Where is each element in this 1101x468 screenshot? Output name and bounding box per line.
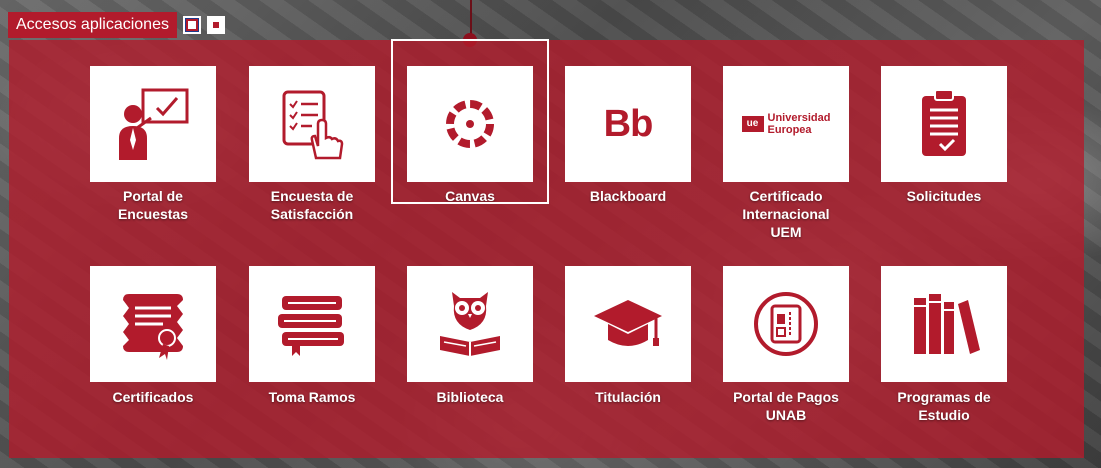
books-stack-icon bbox=[278, 296, 344, 356]
header: Accesos aplicaciones bbox=[8, 12, 225, 38]
app-label-canvas[interactable]: Canvas bbox=[395, 187, 545, 205]
app-tile-solicitudes[interactable] bbox=[881, 66, 1007, 182]
square-filled-icon[interactable] bbox=[206, 16, 225, 34]
app-label-biblioteca[interactable]: Biblioteca bbox=[395, 388, 545, 406]
survey-checklist-icon bbox=[282, 90, 344, 160]
blackboard-logo-icon: Bb bbox=[603, 102, 654, 145]
square-outline-icon[interactable] bbox=[182, 16, 201, 34]
app-label-programas-estudio[interactable]: Programas de Estudio bbox=[869, 388, 1019, 424]
app-label-certificados[interactable]: Certificados bbox=[78, 388, 228, 406]
label-line: Estudio bbox=[918, 407, 970, 423]
label-line: UEM bbox=[770, 224, 802, 240]
app-tile-portal-encuestas[interactable] bbox=[90, 66, 216, 182]
label-line: Portal de bbox=[123, 188, 183, 204]
canvas-logo-icon bbox=[446, 100, 494, 148]
app-label-blackboard[interactable]: Blackboard bbox=[553, 187, 703, 205]
section-title: Accesos aplicaciones bbox=[8, 12, 177, 38]
graduation-cap-icon bbox=[594, 300, 662, 346]
logo-line-2: Europea bbox=[767, 124, 812, 136]
app-tile-blackboard[interactable]: Bb bbox=[565, 66, 691, 182]
label-line: Certificado bbox=[749, 188, 823, 204]
label-line: Programas de bbox=[897, 389, 991, 405]
payment-card-icon bbox=[754, 292, 818, 356]
label-line: Blackboard bbox=[589, 188, 667, 204]
label-line: Toma Ramos bbox=[268, 389, 356, 405]
label-line: UNAB bbox=[765, 407, 807, 423]
label-line: Internacional bbox=[742, 206, 830, 222]
app-label-certificado-uem[interactable]: Certificado Internacional UEM bbox=[711, 187, 861, 241]
label-line: Canvas bbox=[445, 188, 495, 204]
app-label-titulacion[interactable]: Titulación bbox=[553, 388, 703, 406]
app-tile-encuesta-satisfaccion[interactable] bbox=[249, 66, 375, 182]
app-label-encuesta-satisfaccion[interactable]: Encuesta de Satisfacción bbox=[237, 187, 387, 223]
presenter-icon bbox=[119, 88, 189, 160]
clipboard-check-icon bbox=[922, 89, 966, 156]
universidad-europea-logo-icon: ue Universidad Europea bbox=[741, 112, 831, 136]
label-line: Satisfacción bbox=[270, 206, 354, 222]
owl-book-icon bbox=[440, 292, 500, 356]
app-label-portal-pagos[interactable]: Portal de Pagos UNAB bbox=[711, 388, 861, 424]
app-tile-portal-pagos[interactable] bbox=[723, 266, 849, 382]
label-line: Biblioteca bbox=[436, 389, 504, 405]
app-label-portal-encuestas[interactable]: Portal de Encuestas bbox=[78, 187, 228, 223]
label-line: Portal de Pagos bbox=[733, 389, 839, 405]
certificate-icon bbox=[123, 294, 183, 360]
app-tile-toma-ramos[interactable] bbox=[249, 266, 375, 382]
app-tile-certificado-uem[interactable]: ue Universidad Europea bbox=[723, 66, 849, 182]
app-tile-certificados[interactable] bbox=[90, 266, 216, 382]
logo-line-1: Universidad bbox=[767, 112, 831, 124]
label-line: Solicitudes bbox=[906, 188, 982, 204]
app-tile-programas-estudio[interactable] bbox=[881, 266, 1007, 382]
app-label-toma-ramos[interactable]: Toma Ramos bbox=[237, 388, 387, 406]
app-tile-canvas[interactable] bbox=[407, 66, 533, 182]
app-tile-titulacion[interactable] bbox=[565, 266, 691, 382]
label-line: Certificados bbox=[112, 389, 194, 405]
bookshelf-icon bbox=[914, 294, 980, 354]
label-line: Titulación bbox=[595, 389, 661, 405]
label-line: Encuestas bbox=[117, 206, 189, 222]
app-label-solicitudes[interactable]: Solicitudes bbox=[869, 187, 1019, 205]
app-tile-biblioteca[interactable] bbox=[407, 266, 533, 382]
label-line: Encuesta de bbox=[270, 188, 354, 204]
